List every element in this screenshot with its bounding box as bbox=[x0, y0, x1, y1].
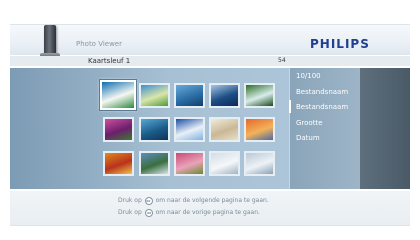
photo-frame-device-icon bbox=[40, 23, 62, 59]
title-bar bbox=[10, 56, 410, 66]
item-count: 54 bbox=[278, 57, 286, 64]
thumbnail-pink-flowers[interactable] bbox=[174, 151, 205, 176]
fast-forward-button-icon: ▸▸ bbox=[144, 196, 153, 205]
thumbnail-sunset-sea[interactable] bbox=[244, 117, 275, 142]
hint-next-page: Druk op ▸▸ om naar de volgende pagina te… bbox=[118, 196, 269, 205]
brand-logo: PHILIPS bbox=[310, 37, 370, 51]
menu-item-filename-selected[interactable]: Bestandsnaam bbox=[296, 102, 348, 112]
menu-item-filename[interactable]: Bestandsnaam bbox=[296, 87, 348, 97]
hint-suffix: om naar de volgende pagina te gaan. bbox=[155, 197, 269, 204]
thumbnail-blue-dome-church[interactable] bbox=[174, 117, 205, 142]
thumbnail-white-bears[interactable] bbox=[209, 151, 240, 176]
thumbnail-tropical-beach[interactable] bbox=[100, 80, 136, 110]
thumbnail-purple-flowers[interactable] bbox=[103, 117, 134, 142]
menu-item-zoom[interactable]: 10/100 bbox=[296, 71, 321, 81]
thumbnail-waterfall-forest[interactable] bbox=[244, 83, 275, 108]
hint-suffix: om naar de vorige pagina te gaan. bbox=[155, 209, 260, 216]
menu-selection-indicator bbox=[289, 100, 291, 113]
thumbnail-tropical-island[interactable] bbox=[139, 83, 170, 108]
menu-item-size[interactable]: Grootte bbox=[296, 118, 323, 128]
thumbnail-diver-underwater[interactable] bbox=[139, 117, 170, 142]
thumbnail-ocean-swimmer[interactable] bbox=[174, 83, 205, 108]
hint-prefix: Druk op bbox=[118, 197, 142, 204]
rewind-button-icon: ◂◂ bbox=[144, 208, 153, 217]
thumbnail-mountain-lake[interactable] bbox=[139, 151, 170, 176]
thumbnail-snowy-landscape[interactable] bbox=[244, 151, 275, 176]
hint-prefix: Druk op bbox=[118, 209, 142, 216]
app-title: Photo Viewer bbox=[76, 40, 122, 48]
menu-side-cap bbox=[360, 68, 410, 189]
thumbnail-grid bbox=[100, 79, 283, 184]
menu-item-date[interactable]: Datum bbox=[296, 133, 320, 143]
thumbnail-shell-white[interactable] bbox=[209, 117, 240, 142]
thumbnail-sea-mountains[interactable] bbox=[209, 83, 240, 108]
breadcrumb: Kaartsleuf 1 bbox=[88, 57, 131, 65]
hint-prev-page: Druk op ◂◂ om naar de vorige pagina te g… bbox=[118, 208, 260, 217]
thumbnail-autumn-leaves[interactable] bbox=[103, 151, 134, 176]
